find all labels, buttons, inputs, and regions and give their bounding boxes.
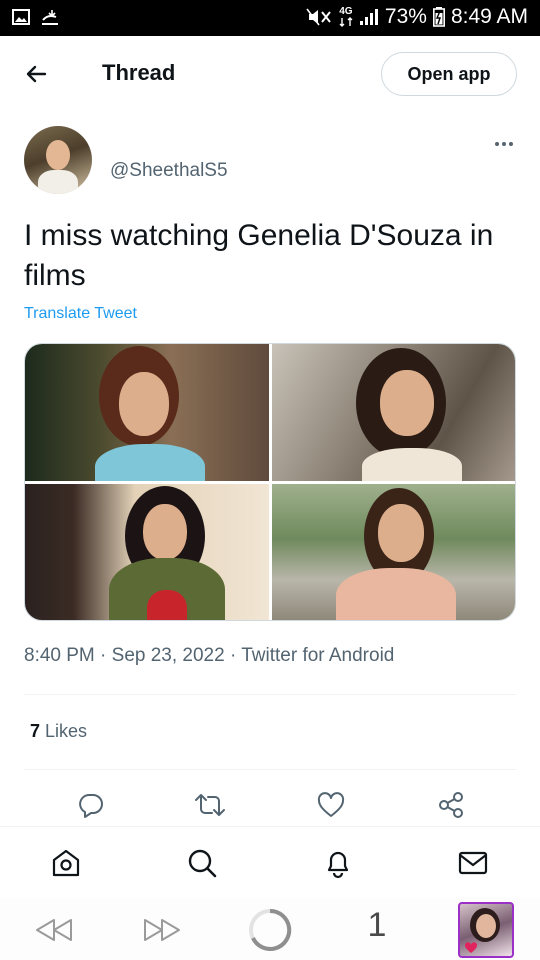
photo-2[interactable] [272,344,515,481]
notifications-icon [327,851,349,879]
more-dot-icon [509,142,513,146]
battery-icon [432,7,445,27]
browser-reload-button[interactable] [248,908,292,952]
open-app-button[interactable]: Open app [381,52,517,96]
author-handle[interactable]: @SheethalS5 [110,160,228,182]
avatar-face-shape [46,140,70,170]
arrow-left-icon [26,65,47,83]
status-left [12,8,60,26]
more-dot-icon [502,142,506,146]
browser-forward-button[interactable] [140,908,184,952]
search-icon [188,849,217,878]
image-icon [12,9,30,25]
download-notification-icon [42,10,58,25]
nav-notifications[interactable] [320,845,356,881]
back-icon [36,919,72,941]
divider [24,694,516,695]
back-button[interactable] [20,58,52,90]
like-button[interactable] [314,788,348,822]
status-right: 4G 73% 8:49 AM [305,5,528,29]
signal-bars-icon [359,9,378,25]
more-options-button[interactable] [486,130,522,158]
photo-4[interactable] [272,484,515,620]
page-title: Thread [102,60,176,85]
avatar-body-shape [38,170,78,194]
status-bar: 4G 73% 8:49 AM [0,0,540,36]
thread-header: Thread Open app [0,36,540,112]
retweet-icon [195,794,225,816]
browser-back-button[interactable] [32,908,76,952]
likes-number: 7 [30,721,41,741]
tweet-action-bar [0,786,540,824]
photo-1[interactable] [25,344,269,481]
retweet-button[interactable] [193,788,227,822]
reply-icon [79,794,103,818]
network-type: 4G [339,6,353,17]
nav-search[interactable] [184,845,220,881]
divider [24,769,516,770]
profile-thumbnail[interactable] [458,902,514,958]
more-dot-icon [495,142,499,146]
photo-3[interactable] [25,484,269,620]
nav-messages[interactable] [455,845,491,881]
home-icon [52,849,80,877]
messages-icon [458,851,488,875]
tweet-timestamp: 8:40 PM · Sep 23, 2022 · Twitter for And… [24,645,395,666]
battery-percent: 73% [384,5,427,28]
forward-icon [144,919,180,941]
reply-button[interactable] [74,788,108,822]
reload-icon [249,908,292,951]
thumbnail-face-shape [476,914,496,938]
tweet-text: I miss watching Genelia D'Souza in films [24,219,494,292]
like-icon [317,792,345,817]
likes-label: Likes [45,721,88,741]
heart-icon [464,942,478,953]
mute-icon [306,8,331,26]
translate-tweet-link[interactable]: Translate Tweet [24,305,137,323]
bottom-nav [0,826,540,898]
share-icon [439,792,463,818]
tab-count[interactable]: 1 [360,906,394,945]
media-grid [24,343,516,621]
network-icon: 4G [339,7,353,27]
share-button[interactable] [434,788,468,822]
nav-home[interactable] [48,845,84,881]
avatar[interactable] [24,126,92,194]
likes-count[interactable]: 7 Likes [30,721,87,742]
clock: 8:49 AM [450,5,528,28]
